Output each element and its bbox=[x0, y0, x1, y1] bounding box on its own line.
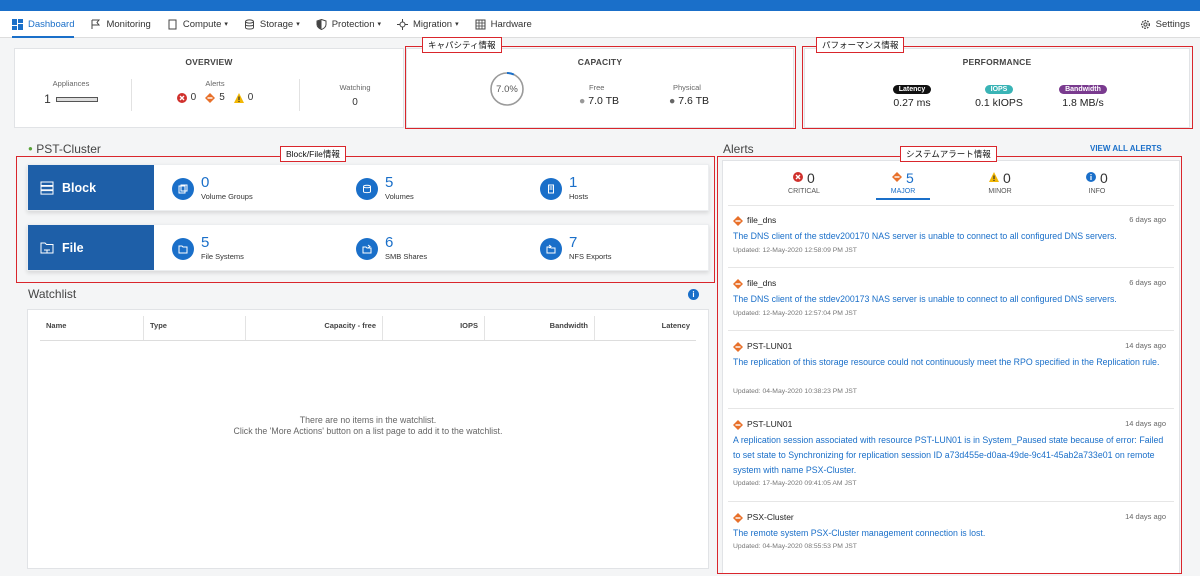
chevron-down-icon: ▾ bbox=[377, 21, 382, 28]
capacity-annotation-tag: キャパシティ情報 bbox=[422, 37, 502, 53]
nav-protection-label: Protection bbox=[331, 18, 375, 30]
appliances-value: 1 bbox=[44, 92, 51, 106]
nav-monitoring-label: Monitoring bbox=[106, 18, 151, 30]
chevron-down-icon: ▾ bbox=[455, 21, 459, 28]
column-divider bbox=[484, 316, 485, 340]
settings-link[interactable]: Settings bbox=[1140, 11, 1190, 38]
column-divider bbox=[245, 316, 246, 340]
watching-value: 0 bbox=[352, 97, 358, 108]
performance-annotation-tag: パフォーマンス情報 bbox=[816, 37, 905, 53]
migration-icon bbox=[397, 18, 409, 30]
nav-compute[interactable]: Compute ▾ bbox=[167, 11, 228, 38]
info-icon[interactable]: i bbox=[688, 289, 699, 300]
column-divider bbox=[382, 316, 383, 340]
appliances-block[interactable]: Appliances 1 bbox=[15, 79, 127, 106]
header-divider bbox=[40, 340, 696, 341]
cluster-name: PST-Cluster bbox=[36, 142, 101, 156]
nav-hardware-label: Hardware bbox=[490, 18, 532, 30]
col-type[interactable]: Type bbox=[150, 310, 167, 340]
col-name[interactable]: Name bbox=[46, 310, 66, 340]
col-bandwidth[interactable]: Bandwidth bbox=[488, 310, 588, 340]
shield-icon bbox=[316, 18, 327, 30]
dashboard-icon bbox=[12, 18, 23, 30]
empty-line-2: Click the 'More Actions' button on a lis… bbox=[233, 426, 503, 436]
chevron-down-icon: ▾ bbox=[296, 21, 300, 28]
major-icon bbox=[205, 92, 216, 103]
column-divider bbox=[143, 316, 144, 340]
nav-monitoring[interactable]: Monitoring bbox=[90, 11, 151, 38]
nav-storage-label: Storage bbox=[259, 18, 294, 30]
nav-hardware[interactable]: Hardware bbox=[475, 11, 532, 38]
watchlist-empty-message: There are no items in the watchlist. Cli… bbox=[28, 415, 708, 437]
watchlist-table: Name Type Capacity - free IOPS Bandwidth… bbox=[27, 309, 709, 569]
alerts-annotation-tag: システムアラート情報 bbox=[900, 146, 997, 162]
alert-minor-count: 0 bbox=[247, 92, 254, 103]
overview-card: OVERVIEW Appliances 1 Alerts 0 5 0 Watch… bbox=[14, 48, 404, 128]
divider bbox=[299, 79, 300, 111]
view-all-alerts-link[interactable]: VIEW ALL ALERTS bbox=[1090, 144, 1162, 153]
appliance-icon bbox=[55, 96, 98, 102]
empty-line-1: There are no items in the watchlist. bbox=[299, 415, 437, 425]
block-file-annotation-tag: Block/File情報 bbox=[280, 146, 346, 162]
nav-migration[interactable]: Migration ▾ bbox=[397, 11, 459, 38]
main-nav: Dashboard Monitoring Compute ▾ Storage ▾… bbox=[0, 11, 1200, 38]
alerts-title: Alerts bbox=[723, 142, 754, 156]
col-capacity-free[interactable]: Capacity - free bbox=[248, 310, 376, 340]
divider bbox=[131, 79, 132, 111]
nav-protection[interactable]: Protection ▾ bbox=[316, 11, 381, 38]
top-banner bbox=[0, 0, 1200, 11]
col-latency[interactable]: Latency bbox=[598, 310, 690, 340]
nav-compute-label: Compute bbox=[182, 18, 222, 30]
overview-title: OVERVIEW bbox=[185, 57, 233, 67]
alerts-summary[interactable]: Alerts 0 5 0 bbox=[135, 79, 295, 103]
capacity-annotation-box bbox=[405, 46, 796, 129]
alerts-annotation-box bbox=[717, 156, 1182, 574]
nav-dashboard[interactable]: Dashboard bbox=[12, 11, 75, 38]
watchlist-title: Watchlist bbox=[28, 287, 77, 301]
nav-dashboard-label: Dashboard bbox=[28, 18, 75, 30]
hardware-icon bbox=[475, 19, 486, 29]
column-divider bbox=[594, 316, 595, 340]
appliances-label: Appliances bbox=[52, 79, 90, 88]
alert-critical-count: 0 bbox=[190, 92, 197, 103]
gear-icon bbox=[1140, 20, 1150, 29]
block-file-annotation-box bbox=[16, 156, 715, 283]
minor-icon bbox=[233, 92, 244, 103]
nav-storage[interactable]: Storage ▾ bbox=[244, 11, 300, 38]
settings-label: Settings bbox=[1155, 19, 1190, 30]
alerts-label: Alerts bbox=[205, 79, 225, 88]
flag-icon bbox=[91, 19, 101, 29]
nav-migration-label: Migration bbox=[413, 18, 453, 30]
watching-block[interactable]: Watching 0 bbox=[305, 83, 405, 108]
watching-label: Watching bbox=[339, 83, 371, 92]
compute-icon bbox=[168, 19, 177, 29]
col-iops[interactable]: IOPS bbox=[386, 310, 478, 340]
performance-annotation-box bbox=[802, 46, 1193, 129]
cluster-heading[interactable]: ● PST-Cluster bbox=[28, 142, 101, 156]
database-icon bbox=[244, 18, 254, 29]
cluster-status-dot: ● bbox=[28, 144, 33, 153]
critical-icon bbox=[176, 92, 187, 103]
alert-major-count: 5 bbox=[219, 92, 225, 103]
chevron-down-icon: ▾ bbox=[224, 21, 228, 28]
